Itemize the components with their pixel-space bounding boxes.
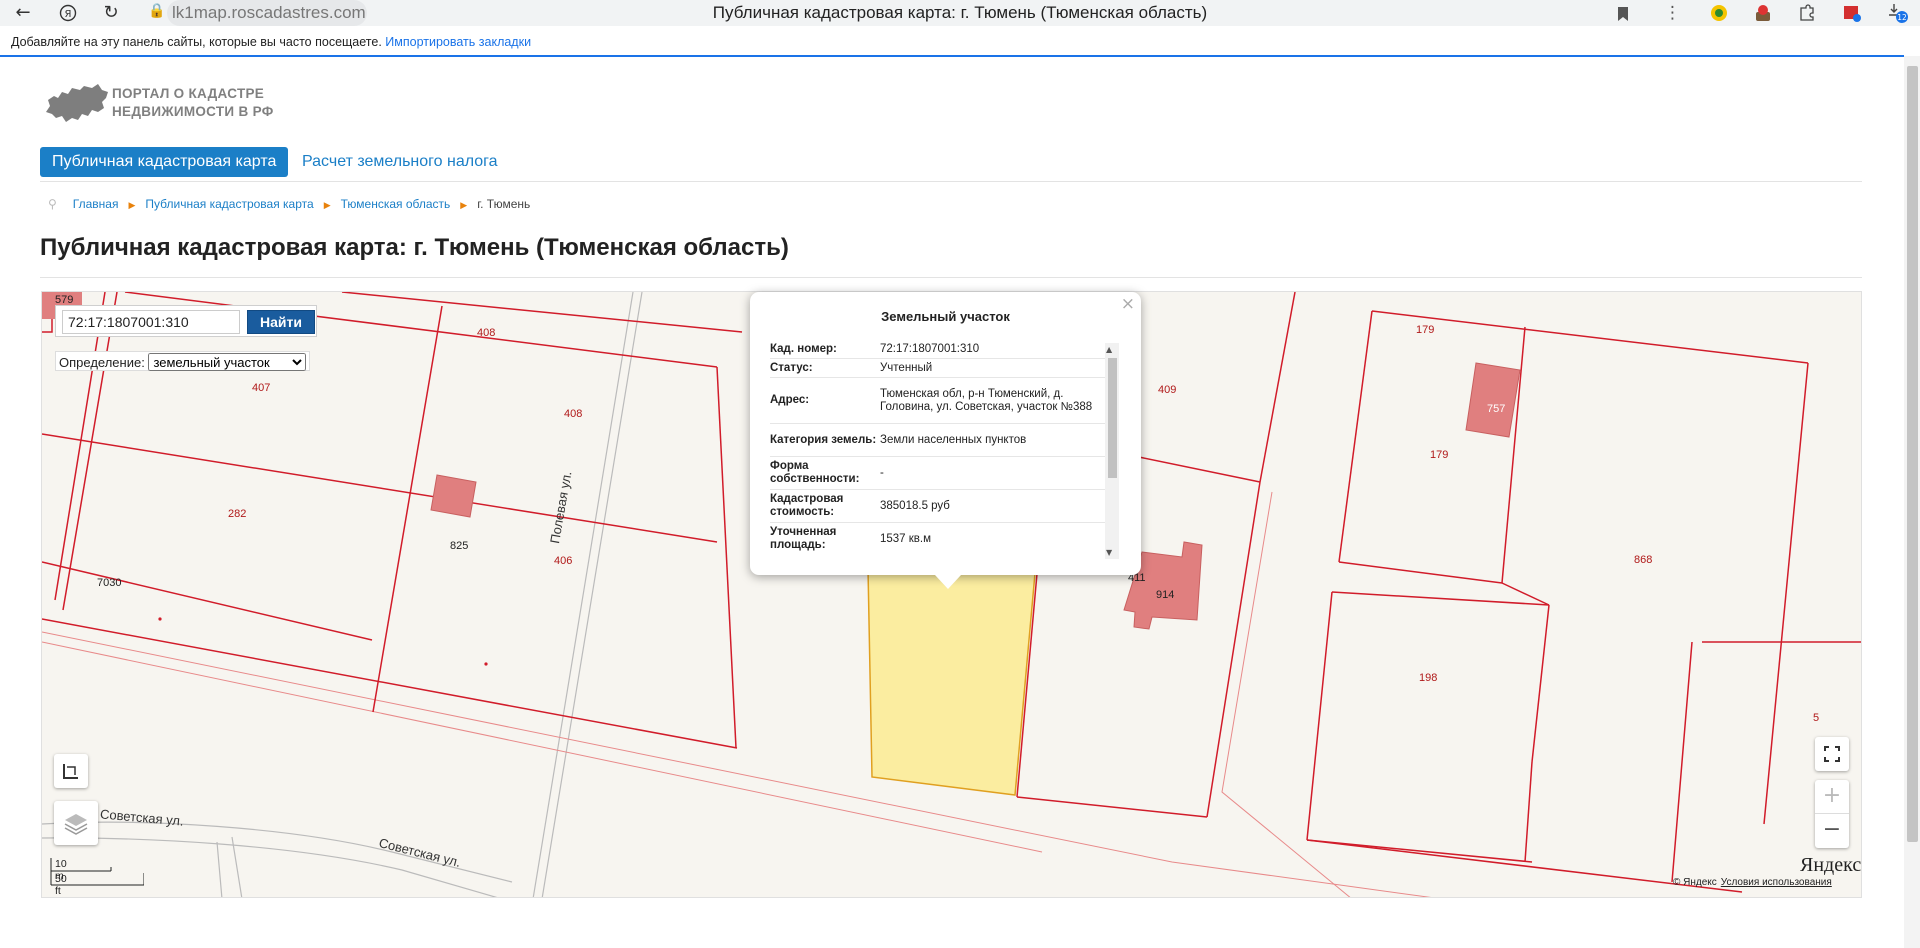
breadcrumb-region[interactable]: Тюменская область <box>341 197 451 211</box>
definition-select[interactable]: земельный участок <box>148 353 307 371</box>
definition-panel: Определение: земельный участок <box>55 351 311 371</box>
divider <box>40 277 1862 278</box>
plot-label[interactable]: 407 <box>252 382 270 394</box>
popup-pointer <box>935 575 961 589</box>
info-value: 72:17:1807001:310 <box>880 342 980 355</box>
info-row: Кадастровая стоимость: 385018.5 руб <box>770 490 1108 523</box>
zoom-in-button[interactable]: + <box>1815 780 1849 814</box>
plot-label[interactable]: 406 <box>554 555 572 567</box>
plot-label[interactable]: 198 <box>1419 672 1437 684</box>
tab-public-cadastral-map[interactable]: Публичная кадастровая карта <box>40 147 289 177</box>
zoom-out-button[interactable]: − <box>1815 814 1849 848</box>
breadcrumb-arrow-icon: ▶ <box>323 201 331 211</box>
info-key: Уточненная площадь: <box>770 526 837 551</box>
page-scrollbar-thumb[interactable] <box>1907 66 1918 842</box>
plot-info-popup: × Земельный участок Кад. номер: 72:17:180… <box>750 292 1141 575</box>
popup-scrollbar-thumb[interactable] <box>1108 358 1117 478</box>
info-value: 385018.5 руб <box>880 499 950 512</box>
extension-tools-icon[interactable] <box>1753 2 1773 29</box>
layers-icon <box>64 814 88 835</box>
info-row: Адрес: Тюменская обл, р-н Тюменский, д. Г… <box>770 378 1108 424</box>
copyright-text: © Яндекс <box>1673 877 1717 888</box>
bookmark-icon[interactable] <box>1617 2 1629 28</box>
info-value: Земли населенных пунктов <box>880 433 1027 446</box>
ruler-icon <box>63 764 78 779</box>
plot-label[interactable]: 408 <box>477 327 495 339</box>
breadcrumb-home[interactable]: Главная <box>73 197 119 211</box>
yandex-logo[interactable]: Яндекс <box>1800 854 1861 877</box>
plot-label[interactable]: 179 <box>1416 324 1434 336</box>
plot-label[interactable]: 282 <box>228 508 246 520</box>
breadcrumb-arrow-icon: ▶ <box>128 201 136 211</box>
info-key: Кадастровая стоимость: <box>770 493 844 518</box>
site-logo-text[interactable]: ПОРТАЛ О КАДАСТРЕ НЕДВИЖИМОСТИ В РФ <box>112 85 274 121</box>
page-title: Публичная кадастровая карта: г. Тюмень (… <box>40 234 789 261</box>
info-row: Статус: Учтенный <box>770 359 1108 378</box>
info-value: 1537 кв.м <box>880 532 932 545</box>
bookmarks-hint: Добавляйте на эту панель сайты, которые … <box>11 35 382 49</box>
bookmarks-bar: Добавляйте на эту панель сайты, которые … <box>0 29 1920 55</box>
ruler-button[interactable] <box>54 754 88 788</box>
find-button[interactable]: Найти <box>247 310 315 334</box>
fullscreen-button[interactable] <box>1815 737 1849 771</box>
cadastral-search-panel: Найти <box>55 305 317 337</box>
scale-feet: 50 ft <box>55 873 67 897</box>
plot-label[interactable]: 7030 <box>97 577 121 589</box>
puzzle-extension-icon[interactable] <box>1798 2 1816 28</box>
extension-smile-icon[interactable] <box>1710 2 1728 28</box>
pdf-extension-icon[interactable] <box>1842 2 1862 29</box>
scroll-down-arrow-icon[interactable]: ▼ <box>1106 548 1112 557</box>
map-copyright: © Яндекс Условия использования <box>1673 877 1832 888</box>
info-value: Тюменская обл, р-н Тюменский, д. Головин… <box>880 387 1093 413</box>
page-top-border <box>0 55 1904 57</box>
downloads-badge: 12 <box>1897 13 1907 22</box>
fullscreen-icon <box>1824 746 1840 762</box>
terms-of-use-link[interactable]: Условия использования <box>1721 877 1832 888</box>
layers-button[interactable] <box>54 801 98 845</box>
russia-map-logo-icon[interactable] <box>44 82 110 124</box>
breadcrumb-arrow-icon: ▶ <box>460 201 468 211</box>
plot-label[interactable]: 409 <box>1158 384 1176 396</box>
info-row: Форма собственности: - <box>770 457 1108 490</box>
plot-label[interactable]: 868 <box>1634 554 1652 566</box>
downloads-icon[interactable]: 12 <box>1887 2 1909 30</box>
plot-info-table: Кад. номер: 72:17:1807001:310 Статус: Учте… <box>770 340 1108 554</box>
plot-label[interactable]: 408 <box>564 408 582 420</box>
info-key: Статус: <box>770 361 813 374</box>
breadcrumb: ⚲ Главная ▶ Публичная кадастровая карта ▶ Тюм… <box>48 196 530 212</box>
info-row: Уточненная площадь: 1537 кв.м <box>770 523 1108 554</box>
breadcrumb-current: г. Тюмень <box>477 197 531 211</box>
location-pin-icon: ⚲ <box>48 197 57 211</box>
import-bookmarks-link[interactable]: Импортировать закладки <box>385 35 531 49</box>
tab-land-tax-calc[interactable]: Расчет земельного налога <box>302 147 498 177</box>
zoom-control: + − <box>1815 780 1849 848</box>
logo-line1: ПОРТАЛ О КАДАСТРЕ <box>112 86 265 101</box>
plot-label[interactable]: 757 <box>1487 403 1505 415</box>
logo-line2: НЕДВИЖИМОСТИ В РФ <box>112 104 274 119</box>
info-key: Форма собственности: <box>770 460 860 485</box>
browser-tab-title: Публичная кадастровая карта: г. Тюмень (… <box>712 3 1208 22</box>
divider <box>40 181 1862 182</box>
plot-label[interactable]: 179 <box>1430 449 1448 461</box>
plot-label[interactable]: 825 <box>450 540 468 552</box>
scroll-up-arrow-icon[interactable]: ▲ <box>1106 345 1112 354</box>
info-value: Учтенный <box>880 361 933 374</box>
cadastral-number-input[interactable] <box>62 310 240 334</box>
popup-title: Земельный участок <box>881 309 1010 324</box>
breadcrumb-map[interactable]: Публичная кадастровая карта <box>145 197 313 211</box>
info-key: Кад. номер: <box>770 342 837 355</box>
menu-dots-icon[interactable]: ⋮ <box>1664 2 1681 24</box>
info-row: Категория земель: Земли населенных пункто… <box>770 424 1108 457</box>
info-row: Кад. номер: 72:17:1807001:310 <box>770 340 1108 359</box>
definition-label: Определение: <box>59 355 145 370</box>
info-value: - <box>880 466 884 479</box>
plot-label[interactable]: 5 <box>1813 712 1819 724</box>
plot-label[interactable]: 914 <box>1156 589 1174 601</box>
info-key: Адрес: <box>770 394 810 406</box>
info-key: Категория земель: <box>770 433 877 446</box>
